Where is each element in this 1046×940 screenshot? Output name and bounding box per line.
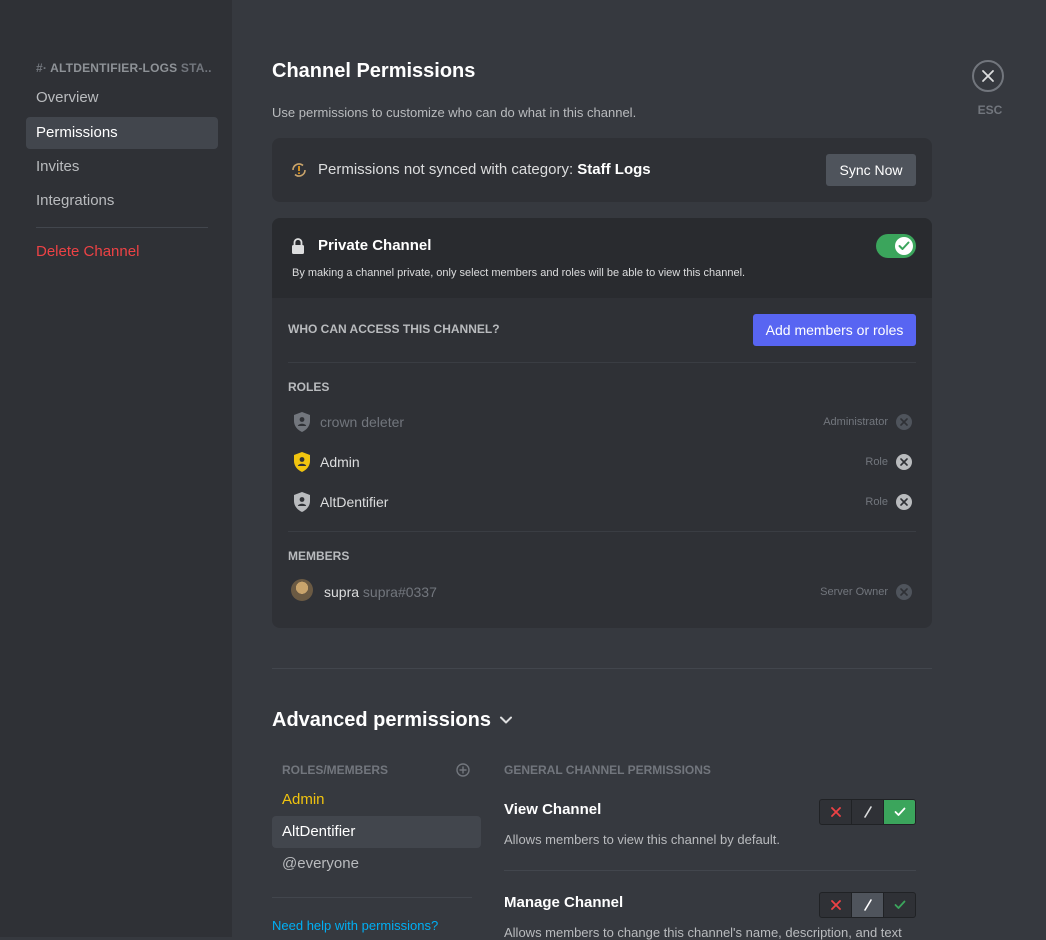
sync-now-button[interactable]: Sync Now bbox=[826, 154, 916, 186]
close-button[interactable] bbox=[972, 60, 1004, 92]
private-channel-title: Private Channel bbox=[318, 237, 432, 254]
sync-warning-icon bbox=[292, 163, 306, 177]
close-icon bbox=[900, 458, 908, 466]
x-icon bbox=[830, 900, 841, 910]
divider bbox=[272, 897, 472, 898]
sidebar-divider bbox=[36, 227, 208, 228]
role-type: Administrator bbox=[823, 416, 888, 428]
allow-button[interactable] bbox=[883, 893, 915, 917]
role-row: Admin Role bbox=[288, 447, 916, 477]
shield-person-icon bbox=[294, 452, 310, 472]
slash-icon bbox=[863, 806, 872, 818]
chevron-down-icon[interactable] bbox=[499, 715, 513, 725]
role-list-item-altdentifier[interactable]: AltDentifier bbox=[272, 816, 481, 848]
close-icon bbox=[900, 588, 908, 596]
members-label: MEMBERS bbox=[288, 549, 350, 563]
role-row: AltDentifier Role bbox=[288, 487, 916, 517]
permission-name: View Channel bbox=[504, 801, 602, 818]
neutral-button[interactable] bbox=[851, 800, 883, 824]
toggle-knob bbox=[895, 237, 913, 255]
roles-members-label: ROLES/MEMBERS bbox=[282, 763, 389, 777]
sidebar-item-invites[interactable]: Invites bbox=[26, 151, 218, 183]
private-channel-panel: Private Channel By making a channel priv… bbox=[272, 218, 932, 628]
permission-description: Allows members to view this channel by d… bbox=[504, 832, 781, 847]
check-icon bbox=[894, 807, 905, 816]
deny-button[interactable] bbox=[820, 893, 851, 917]
channel-header: #· ALTDENTIFIER-LOGS STA... bbox=[36, 61, 211, 75]
divider bbox=[504, 870, 916, 871]
member-tag: supra#0337 bbox=[362, 584, 437, 600]
role-name: crown deleter bbox=[320, 414, 405, 430]
add-members-or-roles-button[interactable]: Add members or roles bbox=[753, 314, 916, 346]
page-title: Channel Permissions bbox=[272, 60, 476, 82]
divider bbox=[288, 531, 916, 532]
private-channel-header: Private Channel By making a channel priv… bbox=[272, 218, 932, 298]
permission-toggle-manage-channel bbox=[819, 892, 916, 918]
remove-role-button[interactable] bbox=[896, 494, 912, 510]
esc-label: ESC bbox=[977, 103, 1003, 117]
check-icon bbox=[898, 241, 910, 250]
deny-button[interactable] bbox=[820, 800, 851, 824]
role-list-item-admin[interactable]: Admin bbox=[272, 784, 481, 816]
help-permissions-link[interactable]: Need help with permissions? bbox=[272, 918, 438, 933]
role-name: Admin bbox=[320, 454, 360, 470]
sidebar-item-permissions[interactable]: Permissions bbox=[26, 117, 218, 149]
sync-text: Permissions not synced with category: St… bbox=[318, 161, 651, 178]
permission-toggle-view-channel bbox=[819, 799, 916, 825]
role-row: crown deleter Administrator bbox=[288, 407, 916, 437]
private-channel-toggle[interactable] bbox=[876, 234, 916, 258]
role-type: Role bbox=[865, 496, 888, 508]
sidebar-item-overview[interactable]: Overview bbox=[26, 82, 218, 114]
divider bbox=[288, 362, 916, 363]
role-type: Role bbox=[865, 456, 888, 468]
permission-name: Manage Channel bbox=[504, 894, 624, 911]
close-icon bbox=[982, 70, 994, 82]
close-icon bbox=[900, 418, 908, 426]
allow-button[interactable] bbox=[883, 800, 915, 824]
general-permissions-label: GENERAL CHANNEL PERMISSIONS bbox=[504, 763, 711, 777]
delete-channel-button[interactable]: Delete Channel bbox=[26, 236, 218, 268]
remove-role-button[interactable] bbox=[896, 454, 912, 470]
add-circle-icon[interactable] bbox=[456, 763, 470, 777]
channel-category: STA... bbox=[180, 61, 211, 75]
member-row: supra supra#0337 Server Owner bbox=[288, 577, 916, 607]
slash-icon bbox=[863, 899, 872, 911]
member-username: supra bbox=[324, 584, 360, 600]
section-divider bbox=[272, 668, 932, 669]
sync-category: Staff Logs bbox=[577, 161, 651, 178]
neutral-button[interactable] bbox=[851, 893, 883, 917]
shield-person-icon bbox=[294, 492, 310, 512]
shield-person-icon bbox=[294, 412, 310, 432]
advanced-permissions-title[interactable]: Advanced permissions bbox=[272, 709, 491, 732]
sync-message: Permissions not synced with category: bbox=[318, 161, 578, 178]
role-list-item-everyone[interactable]: @everyone bbox=[272, 848, 481, 880]
remove-member-button bbox=[896, 584, 912, 600]
sync-notice: Permissions not synced with category: St… bbox=[272, 138, 932, 202]
close-icon bbox=[900, 498, 908, 506]
lock-icon bbox=[292, 238, 304, 254]
remove-role-button bbox=[896, 414, 912, 430]
channel-hash-icon: #· bbox=[36, 61, 48, 75]
settings-sidebar: #· ALTDENTIFIER-LOGS STA... Overview Per… bbox=[0, 0, 232, 937]
who-can-access-label: WHO CAN ACCESS THIS CHANNEL? bbox=[288, 322, 500, 336]
private-channel-description: By making a channel private, only select… bbox=[292, 267, 746, 279]
check-icon bbox=[894, 900, 905, 909]
role-name: AltDentifier bbox=[320, 494, 389, 510]
sidebar-item-integrations[interactable]: Integrations bbox=[26, 185, 218, 217]
member-type: Server Owner bbox=[820, 586, 888, 598]
x-icon bbox=[830, 807, 841, 817]
member-name: supra supra#0337 bbox=[324, 584, 437, 600]
roles-label: ROLES bbox=[288, 380, 330, 394]
page-subtitle: Use permissions to customize who can do … bbox=[272, 105, 637, 120]
avatar bbox=[291, 579, 313, 601]
permission-description: Allows members to change this channel's … bbox=[504, 925, 902, 940]
channel-name: ALTDENTIFIER-LOGS bbox=[50, 61, 178, 75]
